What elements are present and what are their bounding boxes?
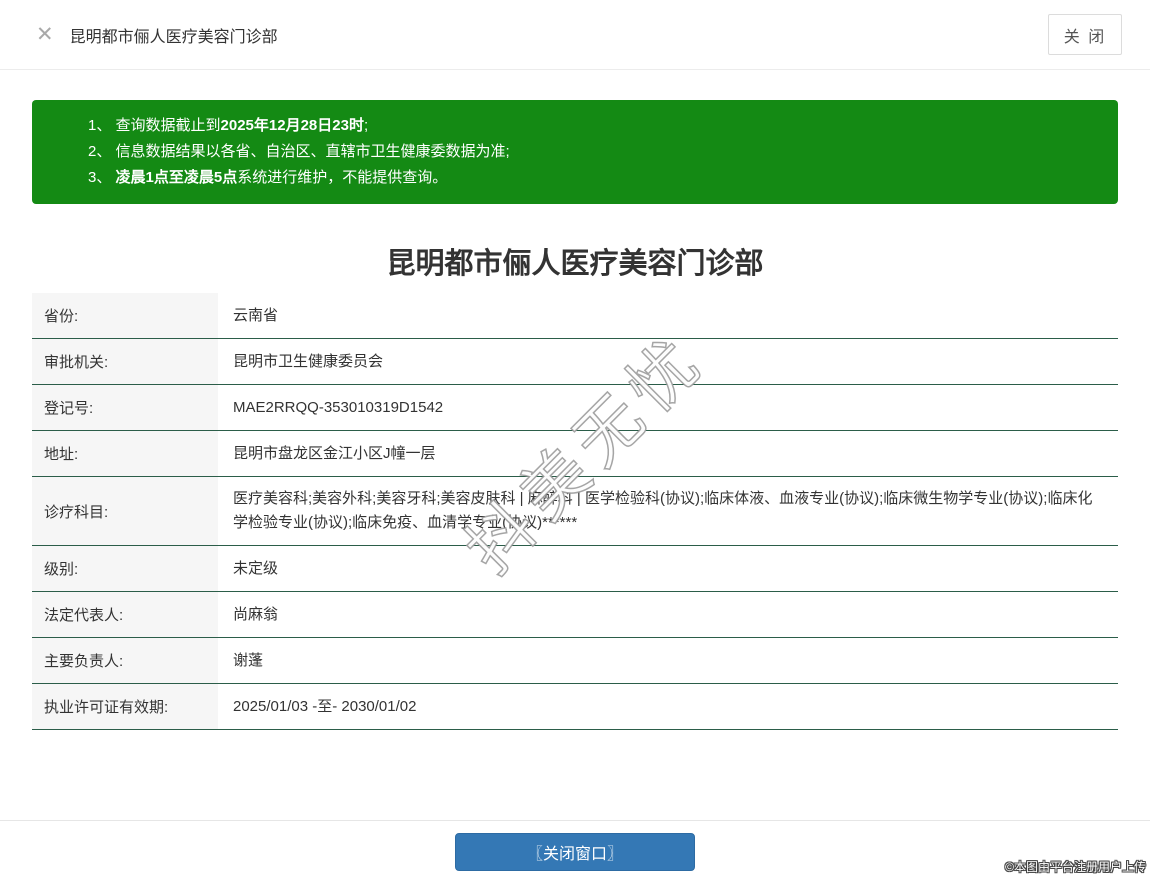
row-value: 云南省	[233, 306, 279, 324]
row-value: 未定级	[233, 559, 279, 577]
row-value: 昆明市盘龙区金江小区J幢一层	[233, 444, 436, 462]
table-row-approval-authority: 审批机关: 昆明市卫生健康委员会	[32, 339, 1118, 385]
dialog-page: ✕ 昆明都市俪人医疗美容门诊部 关 闭 1、 查询数据截止到2025年12月28…	[0, 0, 1150, 879]
row-label: 主要负责人:	[32, 638, 218, 683]
row-label: 诊疗科目:	[32, 477, 218, 545]
table-row-license-validity: 执业许可证有效期: 2025/01/03 -至- 2030/01/02	[32, 684, 1118, 730]
table-row-registration-number: 登记号: MAE2RRQQ-353010319D1542	[32, 385, 1118, 431]
row-value: 医疗美容科;美容外科;美容牙科;美容皮肤科 | 麻醉科 | 医学检验科(协议);…	[233, 490, 1093, 531]
row-value: 尚麻翁	[233, 605, 279, 623]
row-label: 地址:	[32, 431, 218, 476]
row-label: 级别:	[32, 546, 218, 591]
notice-line-2: 2、 信息数据结果以各省、自治区、直辖市卫生健康委数据为准;	[88, 143, 510, 160]
row-label: 法定代表人:	[32, 592, 218, 637]
row-value: 2025/01/03 -至- 2030/01/02	[233, 697, 417, 715]
row-value: MAE2RRQQ-353010319D1542	[233, 398, 444, 416]
table-row-medical-subjects: 诊疗科目: 医疗美容科;美容外科;美容牙科;美容皮肤科 | 麻醉科 | 医学检验…	[32, 477, 1118, 546]
window-header: ✕ 昆明都市俪人医疗美容门诊部 关 闭	[0, 0, 1150, 70]
notice-banner: 1、 查询数据截止到2025年12月28日23时; 2、 信息数据结果以各省、自…	[32, 100, 1118, 204]
table-row-principal: 主要负责人: 谢蓬	[32, 638, 1118, 684]
institution-detail-table: 省份: 云南省 审批机关: 昆明市卫生健康委员会 登记号: MAE2RRQQ-3…	[32, 293, 1118, 730]
window-title: 昆明都市俪人医疗美容门诊部	[69, 28, 278, 46]
page-title: 昆明都市俪人医疗美容门诊部	[386, 248, 764, 280]
row-label: 省份:	[32, 293, 218, 338]
table-row-legal-representative: 法定代表人: 尚麻翁	[32, 592, 1118, 638]
close-x-icon[interactable]: ✕	[36, 24, 54, 45]
row-value: 昆明市卫生健康委员会	[233, 352, 384, 370]
row-value: 谢蓬	[233, 651, 264, 669]
footer-divider	[0, 820, 1150, 821]
row-label: 登记号:	[32, 385, 218, 430]
notice-line-1: 1、 查询数据截止到2025年12月28日23时;	[88, 117, 369, 134]
table-row-address: 地址: 昆明市盘龙区金江小区J幢一层	[32, 431, 1118, 477]
row-label: 执业许可证有效期:	[32, 684, 218, 729]
table-row-level: 级别: 未定级	[32, 546, 1118, 592]
close-button[interactable]: 关 闭	[1048, 14, 1122, 55]
row-label: 审批机关:	[32, 339, 218, 384]
image-credit-text: ©本图由平台注册用户上传	[1005, 860, 1146, 874]
close-window-button[interactable]: 〖关闭窗口〗	[455, 833, 695, 871]
table-row-province: 省份: 云南省	[32, 293, 1118, 339]
notice-line-3: 3、 凌晨1点至凌晨5点系统进行维护，不能提供查询。	[88, 169, 448, 186]
